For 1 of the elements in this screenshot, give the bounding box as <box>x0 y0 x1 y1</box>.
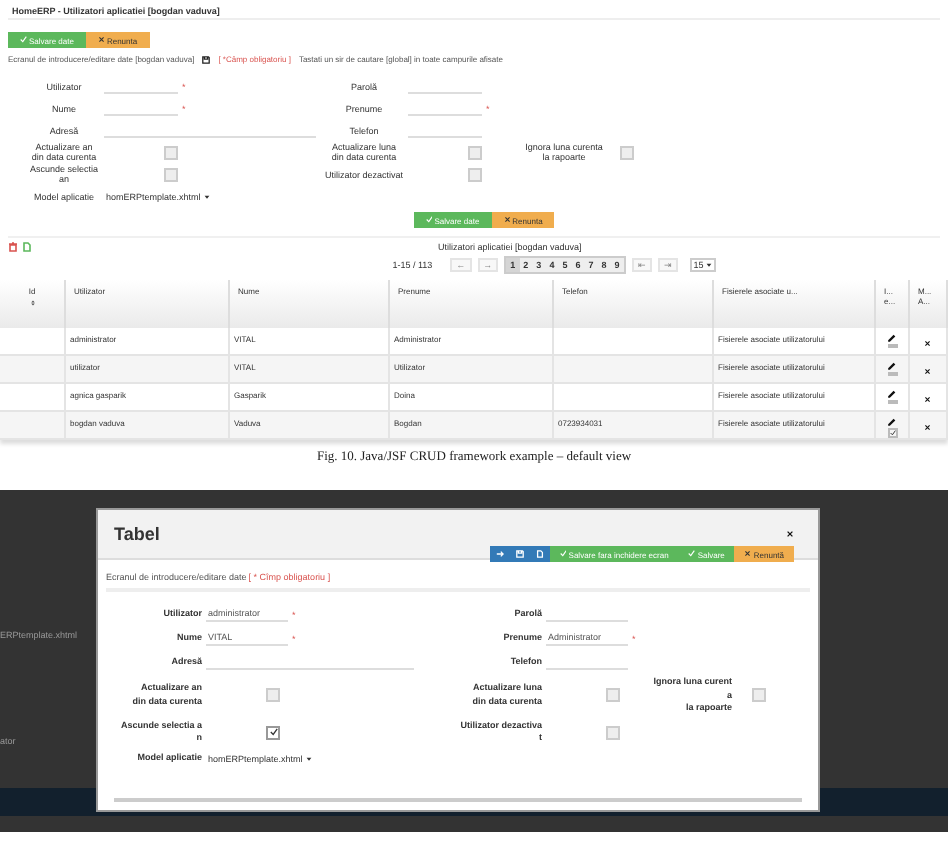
dialog-title: Tabel <box>114 524 160 544</box>
